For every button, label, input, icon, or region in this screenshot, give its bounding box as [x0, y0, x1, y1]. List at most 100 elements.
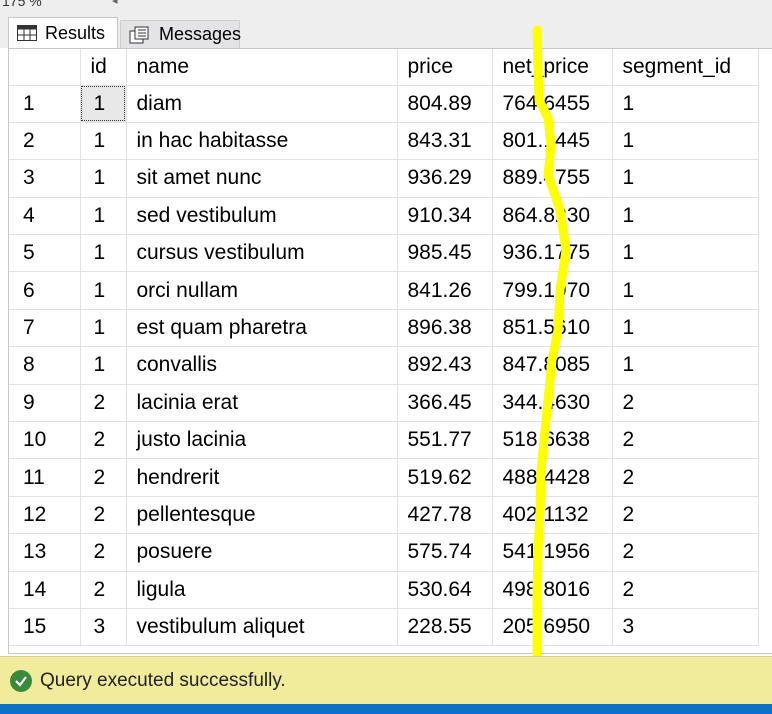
name-cell[interactable]: orci nullam: [126, 271, 398, 310]
name-cell[interactable]: sed vestibulum: [126, 197, 398, 236]
table-row[interactable]: 4 1 sed vestibulum 910.34 864.8230 1: [9, 197, 759, 236]
net-price-cell[interactable]: 498.8016: [492, 571, 613, 609]
name-cell[interactable]: convallis: [126, 346, 398, 385]
name-cell[interactable]: pellentesque: [126, 496, 398, 535]
segment-id-cell[interactable]: 1: [612, 197, 759, 236]
net-price-cell[interactable]: 799.1970: [492, 271, 613, 310]
row-number[interactable]: 11: [9, 458, 81, 497]
segment-id-cell[interactable]: 1: [612, 271, 759, 310]
column-header-name[interactable]: name: [126, 49, 398, 86]
id-cell[interactable]: 2: [80, 421, 127, 460]
price-cell[interactable]: 910.34: [397, 197, 493, 236]
row-number[interactable]: 13: [9, 533, 81, 572]
price-cell[interactable]: 985.45: [397, 234, 493, 273]
price-cell[interactable]: 519.62: [397, 458, 493, 497]
row-number[interactable]: 9: [9, 384, 81, 423]
table-row[interactable]: 12 2 pellentesque 427.78 402.1132 2: [9, 496, 759, 535]
id-cell[interactable]: 1: [80, 309, 127, 348]
net-price-cell[interactable]: 889.4755: [492, 159, 613, 198]
row-number[interactable]: 3: [9, 159, 81, 198]
net-price-cell[interactable]: 864.8230: [492, 197, 613, 236]
table-row[interactable]: 11 2 hendrerit 519.62 488.4428 2: [9, 458, 759, 497]
price-cell[interactable]: 366.45: [397, 384, 493, 423]
name-cell[interactable]: in hac habitasse: [126, 122, 398, 161]
net-price-cell[interactable]: 518.6638: [492, 421, 613, 460]
segment-id-cell[interactable]: 1: [612, 159, 759, 198]
id-cell[interactable]: 1: [80, 159, 127, 198]
table-row[interactable]: 1 1 diam 804.89 764.6455 1: [9, 85, 759, 123]
row-number[interactable]: 2: [9, 122, 81, 161]
segment-id-cell[interactable]: 3: [612, 608, 759, 647]
name-cell[interactable]: justo lacinia: [126, 421, 398, 460]
segment-id-cell[interactable]: 1: [612, 309, 759, 348]
column-header-net-price[interactable]: net_price: [492, 49, 613, 86]
row-number[interactable]: 7: [9, 309, 81, 348]
id-cell[interactable]: 1: [80, 122, 127, 161]
name-cell[interactable]: diam: [126, 85, 398, 123]
id-cell[interactable]: 3: [80, 608, 127, 647]
table-row[interactable]: 2 1 in hac habitasse 843.31 801.1445 1: [9, 122, 759, 161]
row-number[interactable]: 4: [9, 197, 81, 236]
price-cell[interactable]: 843.31: [397, 122, 493, 161]
price-cell[interactable]: 575.74: [397, 533, 493, 572]
table-row[interactable]: 9 2 lacinia erat 366.45 344.4630 2: [9, 384, 759, 423]
id-cell[interactable]: 2: [80, 571, 127, 609]
zoom-dropdown-icon[interactable]: ◂: [112, 0, 118, 7]
segment-id-cell[interactable]: 1: [612, 85, 759, 123]
id-cell[interactable]: 1: [80, 271, 127, 310]
row-number[interactable]: 10: [9, 421, 81, 460]
price-cell[interactable]: 228.55: [397, 608, 493, 647]
table-row[interactable]: 5 1 cursus vestibulum 985.45 936.1775 1: [9, 234, 759, 273]
segment-id-cell[interactable]: 1: [612, 234, 759, 273]
results-grid[interactable]: id name price net_price segment_id 1 1 dia…: [8, 48, 772, 654]
name-cell[interactable]: sit amet nunc: [126, 159, 398, 198]
id-cell[interactable]: 1: [80, 85, 127, 123]
net-price-cell[interactable]: 847.8085: [492, 346, 613, 385]
row-number[interactable]: 6: [9, 271, 81, 310]
zoom-level[interactable]: 175 %: [2, 0, 42, 9]
price-cell[interactable]: 892.43: [397, 346, 493, 385]
segment-id-cell[interactable]: 2: [612, 571, 759, 609]
name-cell[interactable]: ligula: [126, 571, 398, 609]
price-cell[interactable]: 530.64: [397, 571, 493, 609]
row-number[interactable]: 14: [9, 571, 81, 609]
name-cell[interactable]: hendrerit: [126, 458, 398, 497]
id-cell[interactable]: 1: [80, 346, 127, 385]
name-cell[interactable]: posuere: [126, 533, 398, 572]
column-header-rownum[interactable]: [9, 49, 81, 86]
segment-id-cell[interactable]: 2: [612, 458, 759, 497]
id-cell[interactable]: 2: [80, 496, 127, 535]
name-cell[interactable]: lacinia erat: [126, 384, 398, 423]
table-row[interactable]: 6 1 orci nullam 841.26 799.1970 1: [9, 271, 759, 310]
table-row[interactable]: 13 2 posuere 575.74 541.1956 2: [9, 533, 759, 572]
price-cell[interactable]: 427.78: [397, 496, 493, 535]
segment-id-cell[interactable]: 2: [612, 496, 759, 535]
id-cell[interactable]: 2: [80, 458, 127, 497]
table-row[interactable]: 10 2 justo lacinia 551.77 518.6638 2: [9, 421, 759, 460]
segment-id-cell[interactable]: 2: [612, 384, 759, 423]
table-row[interactable]: 3 1 sit amet nunc 936.29 889.4755 1: [9, 159, 759, 198]
net-price-cell[interactable]: 488.4428: [492, 458, 613, 497]
net-price-cell[interactable]: 936.1775: [492, 234, 613, 273]
row-number[interactable]: 15: [9, 608, 81, 647]
segment-id-cell[interactable]: 2: [612, 533, 759, 572]
price-cell[interactable]: 841.26: [397, 271, 493, 310]
net-price-cell[interactable]: 764.6455: [492, 85, 613, 123]
price-cell[interactable]: 936.29: [397, 159, 493, 198]
net-price-cell[interactable]: 541.1956: [492, 533, 613, 572]
net-price-cell[interactable]: 402.1132: [492, 496, 613, 535]
table-row[interactable]: 14 2 ligula 530.64 498.8016 2: [9, 571, 759, 609]
id-cell[interactable]: 2: [80, 384, 127, 423]
column-header-id[interactable]: id: [80, 49, 127, 86]
segment-id-cell[interactable]: 2: [612, 421, 759, 460]
name-cell[interactable]: est quam pharetra: [126, 309, 398, 348]
row-number[interactable]: 12: [9, 496, 81, 535]
price-cell[interactable]: 804.89: [397, 85, 493, 123]
name-cell[interactable]: vestibulum aliquet: [126, 608, 398, 647]
net-price-cell[interactable]: 205.6950: [492, 608, 613, 647]
price-cell[interactable]: 551.77: [397, 421, 493, 460]
table-row[interactable]: 7 1 est quam pharetra 896.38 851.5610 1: [9, 309, 759, 348]
name-cell[interactable]: cursus vestibulum: [126, 234, 398, 273]
id-cell[interactable]: 1: [80, 197, 127, 236]
column-header-price[interactable]: price: [397, 49, 493, 86]
